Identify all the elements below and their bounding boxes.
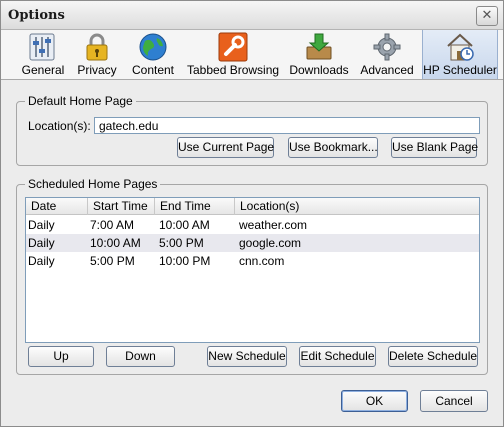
tab-privacy-label: Privacy [77,63,117,77]
tab-downloads-label: Downloads [289,63,349,77]
default-home-group-label: Default Home Page [25,94,136,108]
preference-toolbar: General Privacy Content Tabbed Browsing … [1,30,503,80]
new-schedule-button[interactable]: New Schedule [207,346,287,367]
table-row[interactable]: Daily 7:00 AM 10:00 AM weather.com [26,216,479,234]
cell-end-time: 10:00 AM [159,218,210,232]
use-blank-page-button[interactable]: Use Blank Page [391,137,478,158]
tab-general-label: General [21,63,65,77]
cell-date: Daily [28,254,55,268]
delete-schedule-button[interactable]: Delete Schedule [388,346,478,367]
column-header-end-time[interactable]: End Time [155,198,235,215]
globe-icon [139,33,167,61]
cell-date: Daily [28,218,55,232]
house-icon [447,33,474,61]
column-header-location[interactable]: Location(s) [235,198,479,215]
cell-start-time: 10:00 AM [90,236,141,250]
column-header-date[interactable]: Date [26,198,88,215]
tab-content-label: Content [131,63,175,77]
ok-button[interactable]: OK [341,390,408,412]
schedule-table-header: Date Start Time End Time Location(s) [26,198,479,215]
edit-schedule-button[interactable]: Edit Schedule [299,346,376,367]
schedule-table[interactable]: Date Start Time End Time Location(s) Dai… [25,197,480,343]
cancel-button[interactable]: Cancel [420,390,488,412]
scheduled-home-group-label: Scheduled Home Pages [25,177,161,191]
cell-location: weather.com [239,218,308,232]
location-input[interactable]: gatech.edu [94,117,480,134]
title-bar[interactable]: Options ✕ [1,1,503,30]
close-button[interactable]: ✕ [476,6,498,26]
tab-content[interactable]: Content [127,30,179,79]
cell-location: google.com [239,236,302,250]
download-icon [306,33,332,60]
tab-hp-scheduler[interactable]: HP Scheduler [422,30,498,79]
gear-icon [373,33,401,61]
down-button[interactable]: Down [106,346,175,367]
cell-start-time: 7:00 AM [90,218,135,232]
use-bookmark-button[interactable]: Use Bookmark... [288,137,378,158]
cell-location: cnn.com [239,254,285,268]
tab-tabbed-browsing[interactable]: Tabbed Browsing [187,30,279,79]
location-label: Location(s): [28,119,91,133]
cell-start-time: 5:00 PM [90,254,135,268]
column-header-start-time[interactable]: Start Time [88,198,155,215]
use-current-page-button[interactable]: Use Current Page [177,137,274,158]
table-row[interactable]: Daily 5:00 PM 10:00 PM cnn.com [26,252,479,270]
tab-tabbed-browsing-label: Tabbed Browsing [187,63,280,77]
window-title: Options [8,8,65,23]
cell-date: Daily [28,236,55,250]
options-window: Options ✕ General Privacy Content Tabbed… [0,0,504,427]
tab-downloads[interactable]: Downloads [288,30,350,79]
tab-advanced[interactable]: Advanced [358,30,416,79]
tab-general[interactable]: General [15,30,71,79]
general-icon [29,33,55,61]
tab-hp-scheduler-label: HP Scheduler [423,63,497,77]
tab-privacy[interactable]: Privacy [75,30,119,79]
wrench-icon [218,32,248,62]
lock-icon [86,33,108,61]
cell-end-time: 5:00 PM [159,236,204,250]
up-button[interactable]: Up [28,346,94,367]
cell-end-time: 10:00 PM [159,254,211,268]
tab-advanced-label: Advanced [360,63,414,77]
close-icon: ✕ [481,8,493,23]
location-value: gatech.edu [99,119,159,133]
table-row[interactable]: Daily 10:00 AM 5:00 PM google.com [26,234,479,252]
